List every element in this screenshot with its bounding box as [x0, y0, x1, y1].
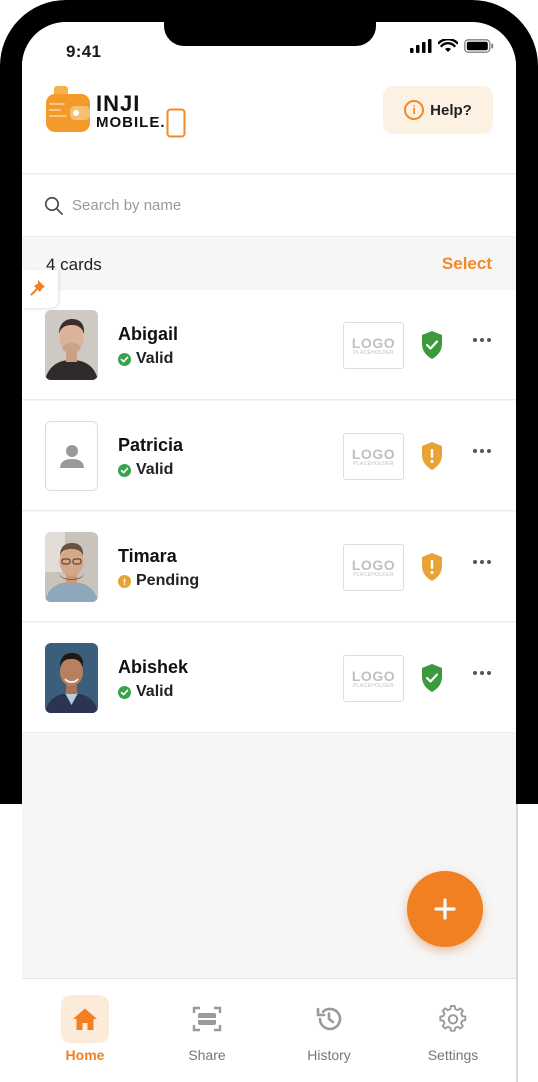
pin-icon	[30, 280, 45, 296]
logo-placeholder-subtext: PLACEHOLDER	[353, 349, 394, 356]
card-item[interactable]: Abishek Valid LOGO PLACEHOLDER	[22, 623, 516, 733]
nav-share-label: Share	[188, 1047, 226, 1063]
help-button[interactable]: i Help?	[383, 86, 493, 134]
pinned-badge	[22, 270, 58, 308]
pending-icon	[118, 574, 131, 588]
card-name: Abigail	[118, 324, 179, 344]
inji-logo: INJI MOBILE.	[44, 82, 186, 138]
plus-icon	[434, 898, 456, 920]
wifi-icon	[438, 39, 458, 52]
logo-placeholder-text: LOGO	[351, 334, 396, 351]
avatar	[45, 310, 98, 380]
card-status: Valid	[118, 683, 173, 701]
issuer-logo-placeholder: LOGO PLACEHOLDER	[343, 433, 404, 480]
logo-placeholder-subtext: PLACEHOLDER	[353, 460, 394, 467]
phone-notch	[164, 22, 376, 46]
nav-settings-icon-box	[429, 995, 477, 1043]
nav-home[interactable]: Home	[40, 995, 130, 1063]
signal-icon	[410, 39, 432, 53]
logo-text-mobile: MOBILE.	[96, 114, 166, 131]
avatar	[45, 532, 98, 602]
battery-icon	[464, 39, 494, 53]
card-status-label: Pending	[136, 572, 200, 589]
check-icon	[118, 463, 131, 477]
nav-settings-label: Settings	[427, 1047, 479, 1063]
status-icons	[410, 39, 494, 53]
check-icon	[118, 352, 131, 366]
avatar-placeholder	[45, 421, 98, 491]
wallet-logo-icon	[46, 86, 90, 132]
history-icon	[316, 1007, 342, 1031]
card-name: Abishek	[118, 657, 189, 677]
logo-placeholder-text: LOGO	[351, 667, 396, 684]
info-icon: i	[404, 100, 425, 120]
card-status-label: Valid	[136, 350, 174, 367]
warning-shield-icon	[422, 553, 442, 581]
issuer-logo-placeholder: LOGO PLACEHOLDER	[343, 655, 404, 702]
search-input[interactable]: Search by name	[72, 197, 181, 214]
issuer-logo-placeholder: LOGO PLACEHOLDER	[343, 322, 404, 369]
home-icon	[73, 1008, 97, 1030]
logo-placeholder-text: LOGO	[351, 556, 396, 573]
avatar-photo	[45, 532, 98, 602]
list-header: 4 cards Select	[22, 238, 516, 290]
card-item[interactable]: Abigail Valid LOGO PLACEHOLDER	[22, 290, 516, 400]
search-icon	[44, 196, 63, 215]
card-item[interactable]: Timara Pending LOGO PLACEHOLDER	[22, 512, 516, 622]
more-options-icon[interactable]	[473, 338, 491, 342]
nav-share-icon-box	[183, 995, 231, 1043]
card-status: Valid	[118, 350, 173, 368]
issuer-logo-placeholder: LOGO PLACEHOLDER	[343, 544, 404, 591]
card-name: Timara	[118, 546, 177, 566]
logo-phone-outline	[166, 108, 186, 138]
more-options-icon[interactable]	[473, 560, 491, 564]
status-time: 9:41	[66, 42, 102, 61]
verified-shield-icon	[422, 664, 442, 692]
verified-shield-icon	[422, 331, 442, 359]
help-label: Help?	[430, 101, 472, 119]
scan-icon	[192, 1006, 222, 1032]
nav-home-label: Home	[65, 1047, 105, 1063]
warning-shield-icon	[422, 442, 442, 470]
nav-history-icon-box	[305, 995, 353, 1043]
nav-settings[interactable]: Settings	[408, 995, 498, 1063]
add-card-button[interactable]	[407, 871, 483, 947]
gear-icon	[439, 1005, 467, 1032]
nav-history-label: History	[307, 1047, 351, 1063]
nav-home-icon-box	[61, 995, 109, 1043]
card-item[interactable]: Patricia Valid LOGO PLACEHOLDER	[22, 401, 516, 511]
more-options-icon[interactable]	[473, 671, 491, 675]
avatar	[45, 643, 98, 713]
card-status-label: Valid	[136, 683, 174, 700]
logo-placeholder-subtext: PLACEHOLDER	[353, 571, 394, 578]
card-name: Patricia	[118, 435, 184, 455]
logo-placeholder-text: LOGO	[351, 445, 396, 462]
app-screen: 9:41 INJI MOBILE. i Help? Search by name…	[22, 22, 516, 1082]
person-icon	[59, 445, 84, 468]
card-status: Pending	[118, 572, 199, 590]
nav-history[interactable]: History	[284, 995, 374, 1063]
card-status: Valid	[118, 461, 173, 479]
select-button[interactable]: Select	[442, 254, 492, 274]
more-options-icon[interactable]	[473, 449, 491, 453]
avatar-photo	[45, 310, 98, 380]
search-bar[interactable]: Search by name	[22, 175, 516, 237]
app-header: INJI MOBILE. i Help?	[22, 78, 516, 174]
avatar-photo	[45, 643, 98, 713]
phone-edge	[516, 804, 518, 1082]
bottom-nav: Home Share History Settings	[22, 978, 516, 1082]
nav-share[interactable]: Share	[162, 995, 252, 1063]
logo-placeholder-subtext: PLACEHOLDER	[353, 682, 394, 689]
card-status-label: Valid	[136, 461, 174, 478]
check-icon	[118, 685, 131, 699]
